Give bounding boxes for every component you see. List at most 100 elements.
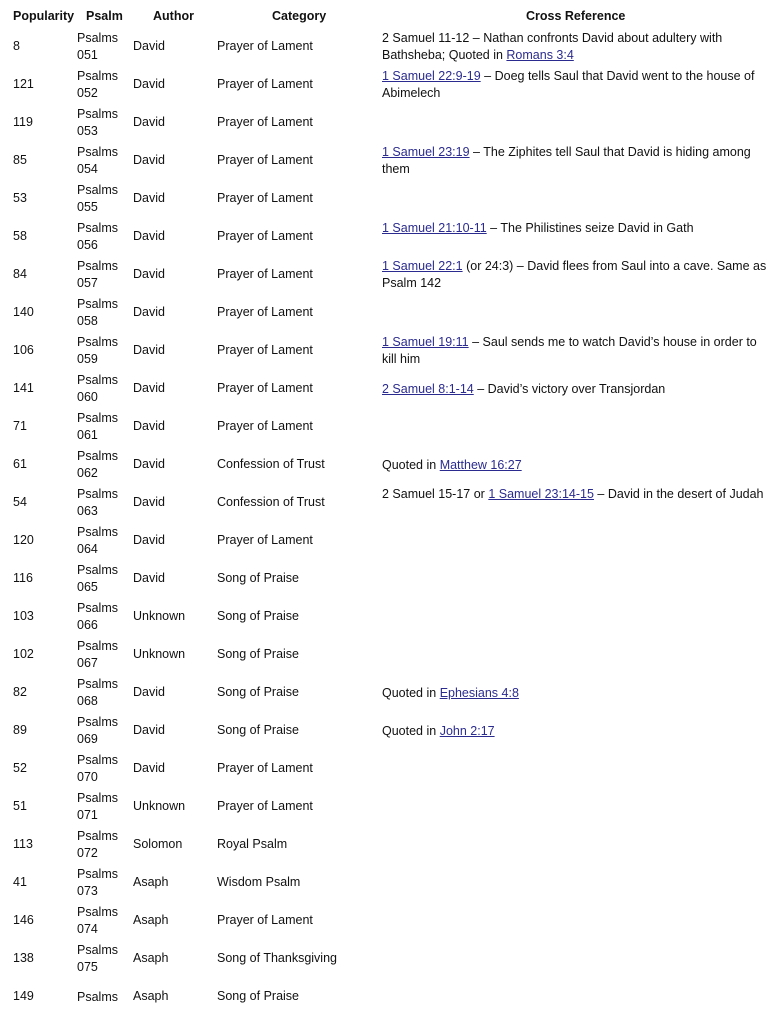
table-row: 120 Psalms 064 David Prayer of Lament	[0, 523, 772, 561]
psalm-number: 051	[77, 47, 98, 62]
cross-reference-cell: Quoted in John 2:17	[382, 723, 767, 740]
table-row: 82 Psalms 068 David Song of Praise Quoted in …	[0, 675, 772, 713]
cross-reference-cell: Quoted in Ephesians 4:8	[382, 685, 767, 702]
scripture-link[interactable]: John 2:17	[440, 724, 495, 738]
cross-reference-cell: 1 Samuel 21:10-11 – The Philistines seiz…	[382, 220, 767, 237]
popularity-cell: 84	[13, 267, 27, 281]
table-header: Popularity Psalm Author Category Cross R…	[0, 9, 772, 29]
psalm-book: Psalms	[77, 183, 118, 197]
psalm-cell: Psalms 062	[77, 448, 118, 481]
category-cell: Song of Praise	[217, 989, 299, 1003]
psalm-book: Psalms	[77, 373, 118, 387]
cross-reference-text: Quoted in	[382, 686, 440, 700]
author-cell: David	[133, 723, 165, 737]
psalm-cell: Psalms 071	[77, 790, 118, 823]
table-row: 103 Psalms 066 Unknown Song of Praise	[0, 599, 772, 637]
author-cell: Asaph	[133, 875, 169, 889]
cross-reference-cell: 2 Samuel 11-12 – Nathan confronts David …	[382, 30, 767, 63]
psalm-number: 054	[77, 161, 98, 176]
author-cell: David	[133, 39, 165, 53]
category-cell: Prayer of Lament	[217, 39, 313, 53]
psalm-book: Psalms	[77, 449, 118, 463]
scripture-link[interactable]: Ephesians 4:8	[440, 686, 519, 700]
category-cell: Prayer of Lament	[217, 267, 313, 281]
table-row: 102 Psalms 067 Unknown Song of Praise	[0, 637, 772, 675]
psalm-book: Psalms	[77, 145, 118, 159]
cross-reference-text: – David’s victory over Transjordan	[473, 382, 666, 396]
author-cell: David	[133, 229, 165, 243]
category-cell: Wisdom Psalm	[217, 875, 301, 889]
psalm-book: Psalms	[77, 715, 118, 729]
author-cell: David	[133, 305, 165, 319]
cross-reference-text: 2 Samuel 15-17 or	[382, 487, 489, 501]
popularity-cell: 71	[13, 419, 27, 433]
psalm-number: 075	[77, 959, 98, 974]
psalm-number: 062	[77, 465, 98, 480]
table-row: 41 Psalms 073 Asaph Wisdom Psalm	[0, 865, 772, 903]
author-cell: David	[133, 419, 165, 433]
scripture-link[interactable]: 1 Samuel 19:11	[382, 335, 469, 349]
cross-reference-text: – David in the desert of Judah	[593, 487, 764, 501]
psalm-book: Psalms	[77, 411, 118, 425]
scripture-link[interactable]: 1 Samuel 23:14-15	[488, 487, 594, 501]
scripture-link[interactable]: Matthew 16:27	[440, 458, 522, 472]
category-cell: Song of Praise	[217, 685, 299, 699]
category-cell: Prayer of Lament	[217, 799, 313, 813]
table-row: 121 Psalms 052 David Prayer of Lament 1 Samue…	[0, 67, 772, 105]
table-row: 58 Psalms 056 David Prayer of Lament 1 Samuel…	[0, 219, 772, 257]
author-cell: Asaph	[133, 913, 169, 927]
psalm-cell: Psalms 056	[77, 220, 118, 253]
psalm-book: Psalms	[77, 297, 118, 311]
scripture-link[interactable]: 1 Samuel 22:1	[382, 259, 463, 273]
psalm-cell: Psalms 055	[77, 182, 118, 215]
category-cell: Song of Praise	[217, 571, 299, 585]
header-author: Author	[153, 9, 194, 23]
cross-reference-cell: 1 Samuel 22:1 (or 24:3) – David flees fr…	[382, 258, 767, 291]
cross-reference-text: Quoted in	[382, 458, 440, 472]
table-row: 71 Psalms 061 David Prayer of Lament	[0, 409, 772, 447]
psalm-number: 067	[77, 655, 98, 670]
popularity-cell: 58	[13, 229, 27, 243]
category-cell: Song of Praise	[217, 609, 299, 623]
scripture-link[interactable]: 1 Samuel 21:10-11	[382, 221, 487, 235]
popularity-cell: 54	[13, 495, 27, 509]
table-row: 113 Psalms 072 Solomon Royal Psalm	[0, 827, 772, 865]
table-row: 84 Psalms 057 David Prayer of Lament 1 Samuel…	[0, 257, 772, 295]
psalm-book: Psalms	[77, 601, 118, 615]
psalm-cell: Psalms 069	[77, 714, 118, 747]
category-cell: Prayer of Lament	[217, 381, 313, 395]
psalm-number: 072	[77, 845, 98, 860]
category-cell: Prayer of Lament	[217, 761, 313, 775]
cross-reference-cell: 1 Samuel 19:11 – Saul sends me to watch …	[382, 334, 767, 367]
psalm-cell: Psalms 066	[77, 600, 118, 633]
psalm-number: 068	[77, 693, 98, 708]
table-row: 8 Psalms 051 David Prayer of Lament 2 Samuel …	[0, 29, 772, 67]
scripture-link[interactable]: 1 Samuel 22:9-19	[382, 69, 481, 83]
psalm-cell: Psalms 052	[77, 68, 118, 101]
popularity-cell: 116	[13, 571, 33, 585]
psalm-book: Psalms	[77, 107, 118, 121]
table-row: 146 Psalms 074 Asaph Prayer of Lament	[0, 903, 772, 941]
scripture-link[interactable]: Romans 3:4	[506, 48, 573, 62]
psalm-number: 055	[77, 199, 98, 214]
author-cell: Asaph	[133, 989, 169, 1003]
scripture-link[interactable]: 2 Samuel 8:1-14	[382, 382, 474, 396]
cross-reference-text: – The Philistines seize David in Gath	[486, 221, 694, 235]
author-cell: David	[133, 115, 165, 129]
psalm-cell: Psalms 060	[77, 372, 118, 405]
category-cell: Prayer of Lament	[217, 533, 313, 547]
psalm-number: 053	[77, 123, 98, 138]
psalm-book: Psalms	[77, 639, 118, 653]
author-cell: David	[133, 685, 165, 699]
table-row: 89 Psalms 069 David Song of Praise Quoted in …	[0, 713, 772, 751]
author-cell: Unknown	[133, 799, 186, 813]
psalm-book: Psalms	[77, 990, 118, 1004]
psalm-number: 073	[77, 883, 98, 898]
psalm-number: 060	[77, 389, 98, 404]
scripture-link[interactable]: 1 Samuel 23:19	[382, 145, 470, 159]
psalm-cell: Psalms 070	[77, 752, 118, 785]
psalm-book: Psalms	[77, 69, 118, 83]
cross-reference-cell: Quoted in Matthew 16:27	[382, 457, 767, 474]
author-cell: Unknown	[133, 609, 186, 623]
psalm-number: 059	[77, 351, 98, 366]
